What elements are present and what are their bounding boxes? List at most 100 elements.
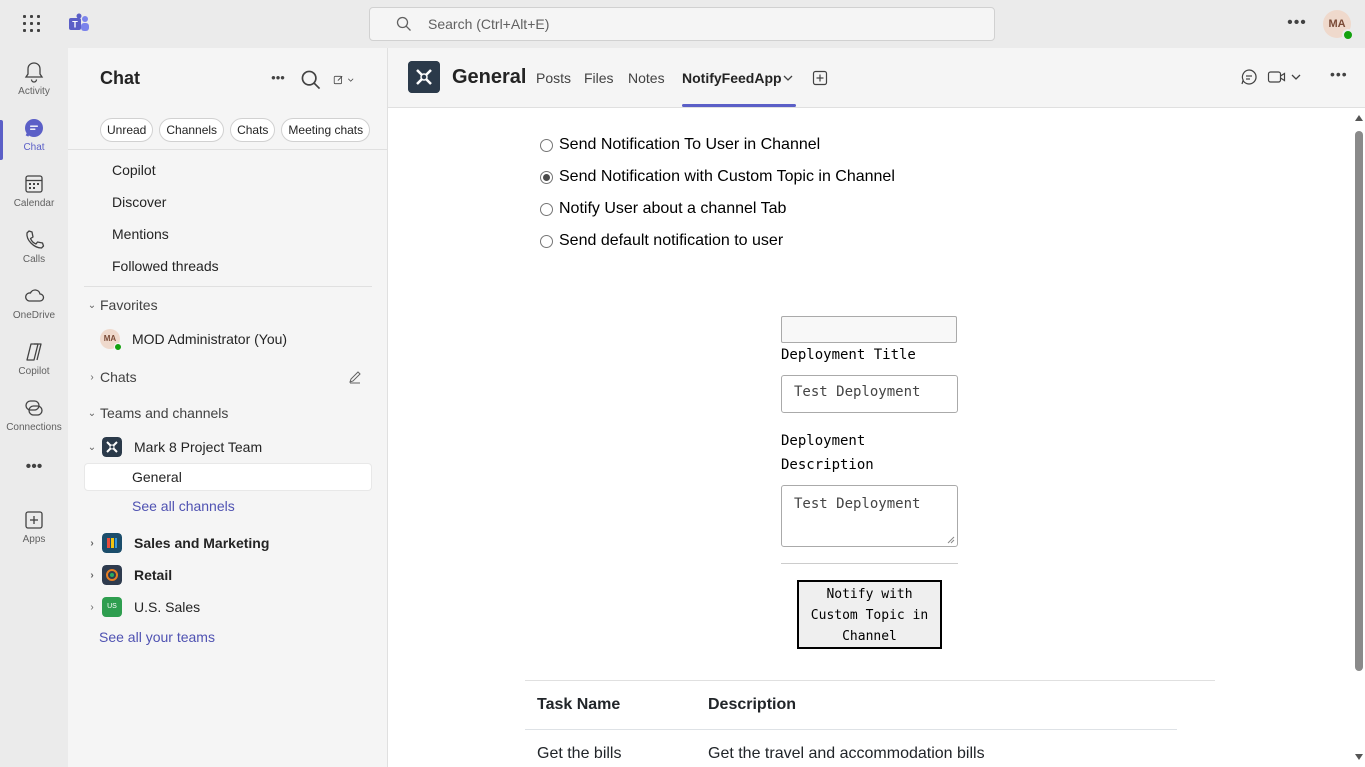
table-cell-task-name: Get the bills bbox=[537, 745, 622, 762]
deployment-title-input[interactable]: Test Deployment bbox=[781, 375, 958, 413]
rail-calls[interactable]: Calls bbox=[0, 220, 68, 272]
rail-onedrive[interactable]: OneDrive bbox=[0, 276, 68, 328]
rail-apps[interactable]: Apps bbox=[0, 500, 68, 552]
option-label: Notify User about a channel Tab bbox=[559, 200, 787, 217]
scroll-down-arrow-icon[interactable] bbox=[1355, 754, 1363, 760]
filter-meeting-chats[interactable]: Meeting chats bbox=[281, 118, 371, 142]
chevron-down-icon[interactable] bbox=[783, 74, 793, 82]
tab-files[interactable]: Files bbox=[584, 70, 614, 86]
team-mark8[interactable]: ⌄ Mark 8 Project Team bbox=[84, 432, 372, 462]
phone-icon bbox=[26, 230, 45, 249]
user-avatar[interactable]: MA bbox=[1323, 10, 1354, 41]
search-bar[interactable] bbox=[369, 7, 995, 41]
option-label: Send Notification with Custom Topic in C… bbox=[559, 168, 895, 185]
channel-name: General bbox=[132, 469, 182, 485]
team-badge-text: US bbox=[107, 603, 117, 610]
divider bbox=[68, 149, 388, 150]
team-mark8-logo-icon bbox=[102, 437, 122, 457]
search-icon bbox=[396, 16, 411, 31]
team-retail-logo-icon bbox=[102, 565, 122, 585]
chat-search-icon[interactable] bbox=[300, 69, 322, 91]
section-favorites[interactable]: ⌄ Favorites bbox=[84, 291, 372, 319]
rail-activity[interactable]: Activity bbox=[0, 52, 68, 104]
radio-button[interactable] bbox=[540, 234, 553, 248]
nav-label: Mentions bbox=[112, 226, 169, 242]
nav-discover[interactable]: Discover bbox=[68, 186, 356, 218]
scroll-up-arrow-icon[interactable] bbox=[1355, 115, 1363, 121]
more-options-icon[interactable]: ••• bbox=[1284, 14, 1310, 34]
add-tab-icon[interactable] bbox=[812, 70, 828, 86]
active-tab-indicator bbox=[682, 104, 796, 107]
nav-label: Copilot bbox=[112, 162, 156, 178]
rail-more-apps-icon[interactable]: ••• bbox=[0, 452, 68, 482]
team-sales-and-marketing[interactable]: › Sales and Marketing bbox=[84, 528, 372, 558]
chevron-down-icon: ⌄ bbox=[87, 441, 97, 453]
video-call-icon[interactable] bbox=[1267, 68, 1303, 86]
team-retail[interactable]: › Retail bbox=[84, 560, 372, 590]
filter-channels[interactable]: Channels bbox=[159, 118, 225, 142]
team-us-sales-logo: US bbox=[102, 597, 122, 617]
tab-notes[interactable]: Notes bbox=[628, 70, 665, 86]
column-header-description: Description bbox=[708, 696, 797, 713]
chat-more-options-icon[interactable]: ••• bbox=[267, 68, 289, 90]
tab-notifyfeedapp[interactable]: NotifyFeedApp bbox=[682, 70, 782, 86]
deployment-description-textarea[interactable]: Test Deployment bbox=[781, 485, 958, 547]
team-sales-logo-icon bbox=[102, 533, 122, 553]
button-label-line: Notify with bbox=[826, 587, 913, 602]
content-scrollbar[interactable] bbox=[1353, 109, 1365, 767]
chat-filters: Unread Channels Chats Meeting chats bbox=[100, 118, 371, 142]
see-all-teams-link[interactable]: See all your teams bbox=[99, 629, 215, 645]
option-notify-channel-tab[interactable]: Notify User about a channel Tab bbox=[540, 200, 786, 218]
see-all-channels-link[interactable]: See all channels bbox=[132, 498, 235, 514]
rail-chat[interactable]: Chat bbox=[0, 108, 68, 160]
button-label-line: Custom Topic in bbox=[810, 608, 929, 623]
chevron-right-icon: › bbox=[90, 537, 94, 549]
favorite-user-avatar: MA bbox=[100, 329, 122, 351]
favorite-user-name: MOD Administrator (You) bbox=[132, 331, 288, 347]
favorite-user-row[interactable]: MA MOD Administrator (You) bbox=[84, 324, 372, 354]
divider bbox=[84, 286, 372, 287]
rail-connections[interactable]: Connections bbox=[0, 388, 68, 440]
option-label: Send Notification To User in Channel bbox=[559, 136, 821, 153]
empty-input-field[interactable] bbox=[781, 316, 957, 343]
section-chats[interactable]: › Chats bbox=[84, 363, 372, 391]
presence-available-icon bbox=[1342, 29, 1354, 41]
channel-general[interactable]: General bbox=[84, 463, 372, 491]
rail-label: Copilot bbox=[18, 366, 50, 377]
team-name: U.S. Sales bbox=[134, 599, 201, 615]
new-chat-compose-icon[interactable] bbox=[333, 69, 355, 91]
scrollbar-thumb[interactable] bbox=[1355, 131, 1363, 671]
option-default-notification[interactable]: Send default notification to user bbox=[540, 232, 783, 250]
section-teams-and-channels[interactable]: ⌄ Teams and channels bbox=[84, 399, 372, 427]
team-name: Mark 8 Project Team bbox=[134, 439, 263, 455]
option-notify-user-in-channel[interactable]: Send Notification To User in Channel bbox=[540, 136, 820, 154]
nav-mentions[interactable]: Mentions bbox=[68, 218, 356, 250]
svg-text:T: T bbox=[72, 20, 78, 30]
radio-button-selected[interactable] bbox=[540, 170, 553, 184]
radio-button[interactable] bbox=[540, 138, 553, 152]
button-label-line: Channel bbox=[842, 629, 897, 644]
search-input[interactable] bbox=[428, 14, 968, 34]
conversation-icon[interactable] bbox=[1240, 68, 1258, 86]
rail-copilot[interactable]: Copilot bbox=[0, 332, 68, 384]
notify-custom-topic-button[interactable]: Notify with Custom Topic in Channel bbox=[797, 580, 942, 649]
rail-label: Chat bbox=[23, 142, 45, 153]
rail-label: Calendar bbox=[13, 198, 55, 209]
resize-handle-icon[interactable] bbox=[947, 536, 955, 544]
filter-unread[interactable]: Unread bbox=[100, 118, 154, 142]
rail-calendar[interactable]: Calendar bbox=[0, 164, 68, 216]
radio-button[interactable] bbox=[540, 202, 553, 216]
team-us-sales[interactable]: › US U.S. Sales bbox=[84, 592, 372, 622]
channel-more-options-icon[interactable]: ••• bbox=[1330, 66, 1348, 82]
nav-copilot[interactable]: Copilot bbox=[68, 154, 356, 186]
app-launcher-icon[interactable] bbox=[22, 14, 42, 34]
divider bbox=[781, 563, 958, 564]
compose-icon[interactable] bbox=[348, 370, 362, 384]
avatar-initials: MA bbox=[103, 334, 117, 343]
tab-posts[interactable]: Posts bbox=[536, 70, 571, 86]
deployment-description-label-line2: Description bbox=[781, 457, 874, 473]
team-name: Retail bbox=[134, 567, 173, 583]
nav-followed-threads[interactable]: Followed threads bbox=[68, 250, 356, 282]
filter-chats[interactable]: Chats bbox=[230, 118, 276, 142]
option-custom-topic-in-channel[interactable]: Send Notification with Custom Topic in C… bbox=[540, 168, 895, 186]
